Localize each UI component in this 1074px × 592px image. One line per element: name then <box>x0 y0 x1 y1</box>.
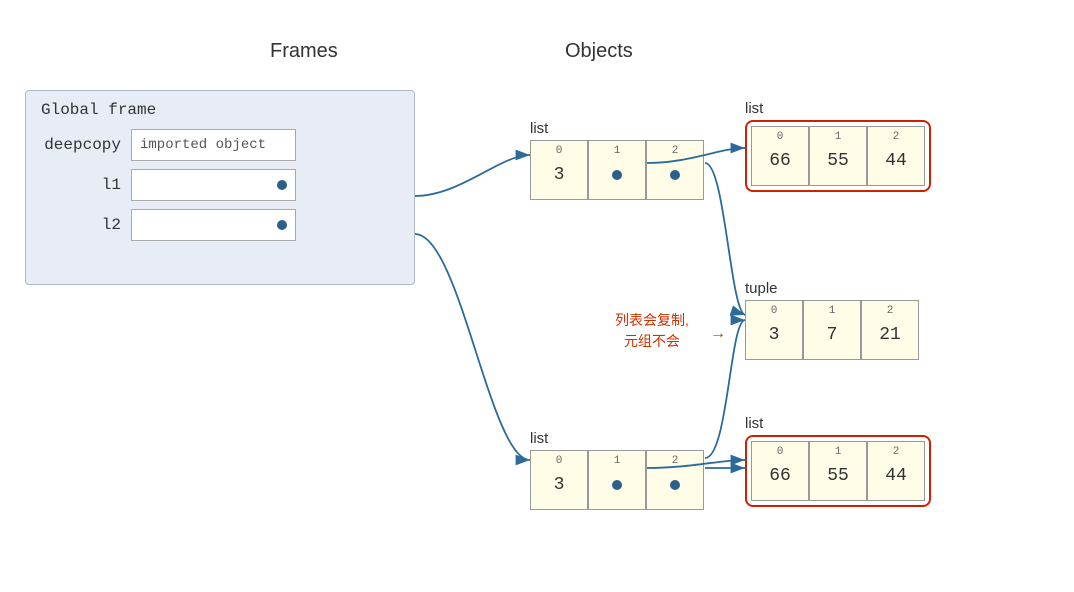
l2-cell-2-dot <box>670 480 680 490</box>
inner-bottom-cell-1: 1 55 <box>809 441 867 501</box>
inner-list-bottom-highlight: 0 66 1 55 2 44 <box>745 435 931 507</box>
l2-dot <box>277 220 287 230</box>
l1-cell-2: 2 <box>646 140 704 200</box>
arrow-l1-cell2-to-tuple <box>705 163 745 315</box>
deepcopy-label: deepcopy <box>41 136 121 154</box>
l2-cell-1: 1 <box>588 450 646 510</box>
inner-bottom-cell-0-index: 0 <box>777 446 784 458</box>
inner-list-bottom-label: list <box>745 415 931 432</box>
inner-top-cell-1: 1 55 <box>809 126 867 186</box>
l2-value <box>131 209 296 241</box>
frame-row-deepcopy: deepcopy imported object <box>41 129 399 161</box>
deepcopy-text: imported object <box>140 137 266 153</box>
l2-list-cells: 0 3 1 2 <box>530 450 704 510</box>
tuple-cell-2: 2 21 <box>861 300 919 360</box>
inner-top-cell-0-value: 66 <box>769 151 791 171</box>
deepcopy-value: imported object <box>131 129 296 161</box>
l1-cell-1-index: 1 <box>614 145 621 157</box>
l2-cell-2: 2 <box>646 450 704 510</box>
tuple-cell-1-index: 1 <box>829 305 836 317</box>
l2-list-container: list 0 3 1 2 <box>530 430 704 510</box>
inner-bottom-cell-1-index: 1 <box>835 446 842 458</box>
l1-list-cells: 0 3 1 2 <box>530 140 704 200</box>
l1-cell-2-index: 2 <box>672 145 679 157</box>
inner-bottom-cell-2-value: 44 <box>885 466 907 486</box>
l1-cell-0: 0 3 <box>530 140 588 200</box>
tuple-cell-2-value: 21 <box>879 325 901 345</box>
l2-cell-0: 0 3 <box>530 450 588 510</box>
inner-list-bottom-cells: 0 66 1 55 2 44 <box>751 441 925 501</box>
l1-cell-1: 1 <box>588 140 646 200</box>
l2-cell-1-index: 1 <box>614 455 621 467</box>
inner-top-cell-1-index: 1 <box>835 131 842 143</box>
diagram-container: Frames Objects Global frame deepcopy imp… <box>0 0 1074 592</box>
inner-top-cell-1-value: 55 <box>827 151 849 171</box>
l1-value <box>131 169 296 201</box>
tuple-container: tuple 0 3 1 7 2 21 <box>745 280 919 360</box>
frame-row-l1: l1 <box>41 169 399 201</box>
l1-cell-0-index: 0 <box>556 145 563 157</box>
l2-cell-2-index: 2 <box>672 455 679 467</box>
l1-cell-2-dot <box>670 170 680 180</box>
tuple-cell-1: 1 7 <box>803 300 861 360</box>
tuple-label: tuple <box>745 280 919 297</box>
inner-bottom-cell-0: 0 66 <box>751 441 809 501</box>
inner-list-top-container: list 0 66 1 55 2 44 <box>745 100 931 192</box>
frame-title: Global frame <box>41 101 399 119</box>
objects-header: Objects <box>565 40 633 63</box>
inner-bottom-cell-2-index: 2 <box>893 446 900 458</box>
inner-bottom-cell-0-value: 66 <box>769 466 791 486</box>
l2-cell-1-dot <box>612 480 622 490</box>
inner-list-top-highlight: 0 66 1 55 2 44 <box>745 120 931 192</box>
l2-cell-0-index: 0 <box>556 455 563 467</box>
inner-top-cell-2-index: 2 <box>893 131 900 143</box>
inner-top-cell-0: 0 66 <box>751 126 809 186</box>
tuple-cell-2-index: 2 <box>887 305 894 317</box>
inner-list-top-cells: 0 66 1 55 2 44 <box>751 126 925 186</box>
tuple-cell-1-value: 7 <box>827 325 838 345</box>
l1-cell-1-dot <box>612 170 622 180</box>
inner-bottom-cell-1-value: 55 <box>827 466 849 486</box>
global-frame: Global frame deepcopy imported object l1… <box>25 90 415 285</box>
inner-bottom-cell-2: 2 44 <box>867 441 925 501</box>
tuple-cell-0: 0 3 <box>745 300 803 360</box>
inner-list-top-label: list <box>745 100 931 117</box>
l1-label: l1 <box>41 176 121 194</box>
inner-list-bottom-container: list 0 66 1 55 2 44 <box>745 415 931 507</box>
annotation-arrow: → <box>710 325 726 343</box>
tuple-cell-0-value: 3 <box>769 325 780 345</box>
inner-top-cell-2: 2 44 <box>867 126 925 186</box>
arrow-l1-to-list <box>415 155 530 196</box>
l1-list-label: list <box>530 120 704 137</box>
arrow-l2-to-list <box>415 234 530 460</box>
l1-cell-0-value: 3 <box>554 165 565 185</box>
tuple-cells: 0 3 1 7 2 21 <box>745 300 919 360</box>
inner-top-cell-0-index: 0 <box>777 131 784 143</box>
tuple-cell-0-index: 0 <box>771 305 778 317</box>
l1-dot <box>277 180 287 190</box>
l2-list-label: list <box>530 430 704 447</box>
frame-row-l2: l2 <box>41 209 399 241</box>
l2-label: l2 <box>41 216 121 234</box>
frames-header: Frames <box>270 40 338 63</box>
inner-top-cell-2-value: 44 <box>885 151 907 171</box>
l1-list-container: list 0 3 1 2 <box>530 120 704 200</box>
annotation-text: 列表会复制,元组不会 <box>615 310 689 352</box>
l2-cell-0-value: 3 <box>554 475 565 495</box>
